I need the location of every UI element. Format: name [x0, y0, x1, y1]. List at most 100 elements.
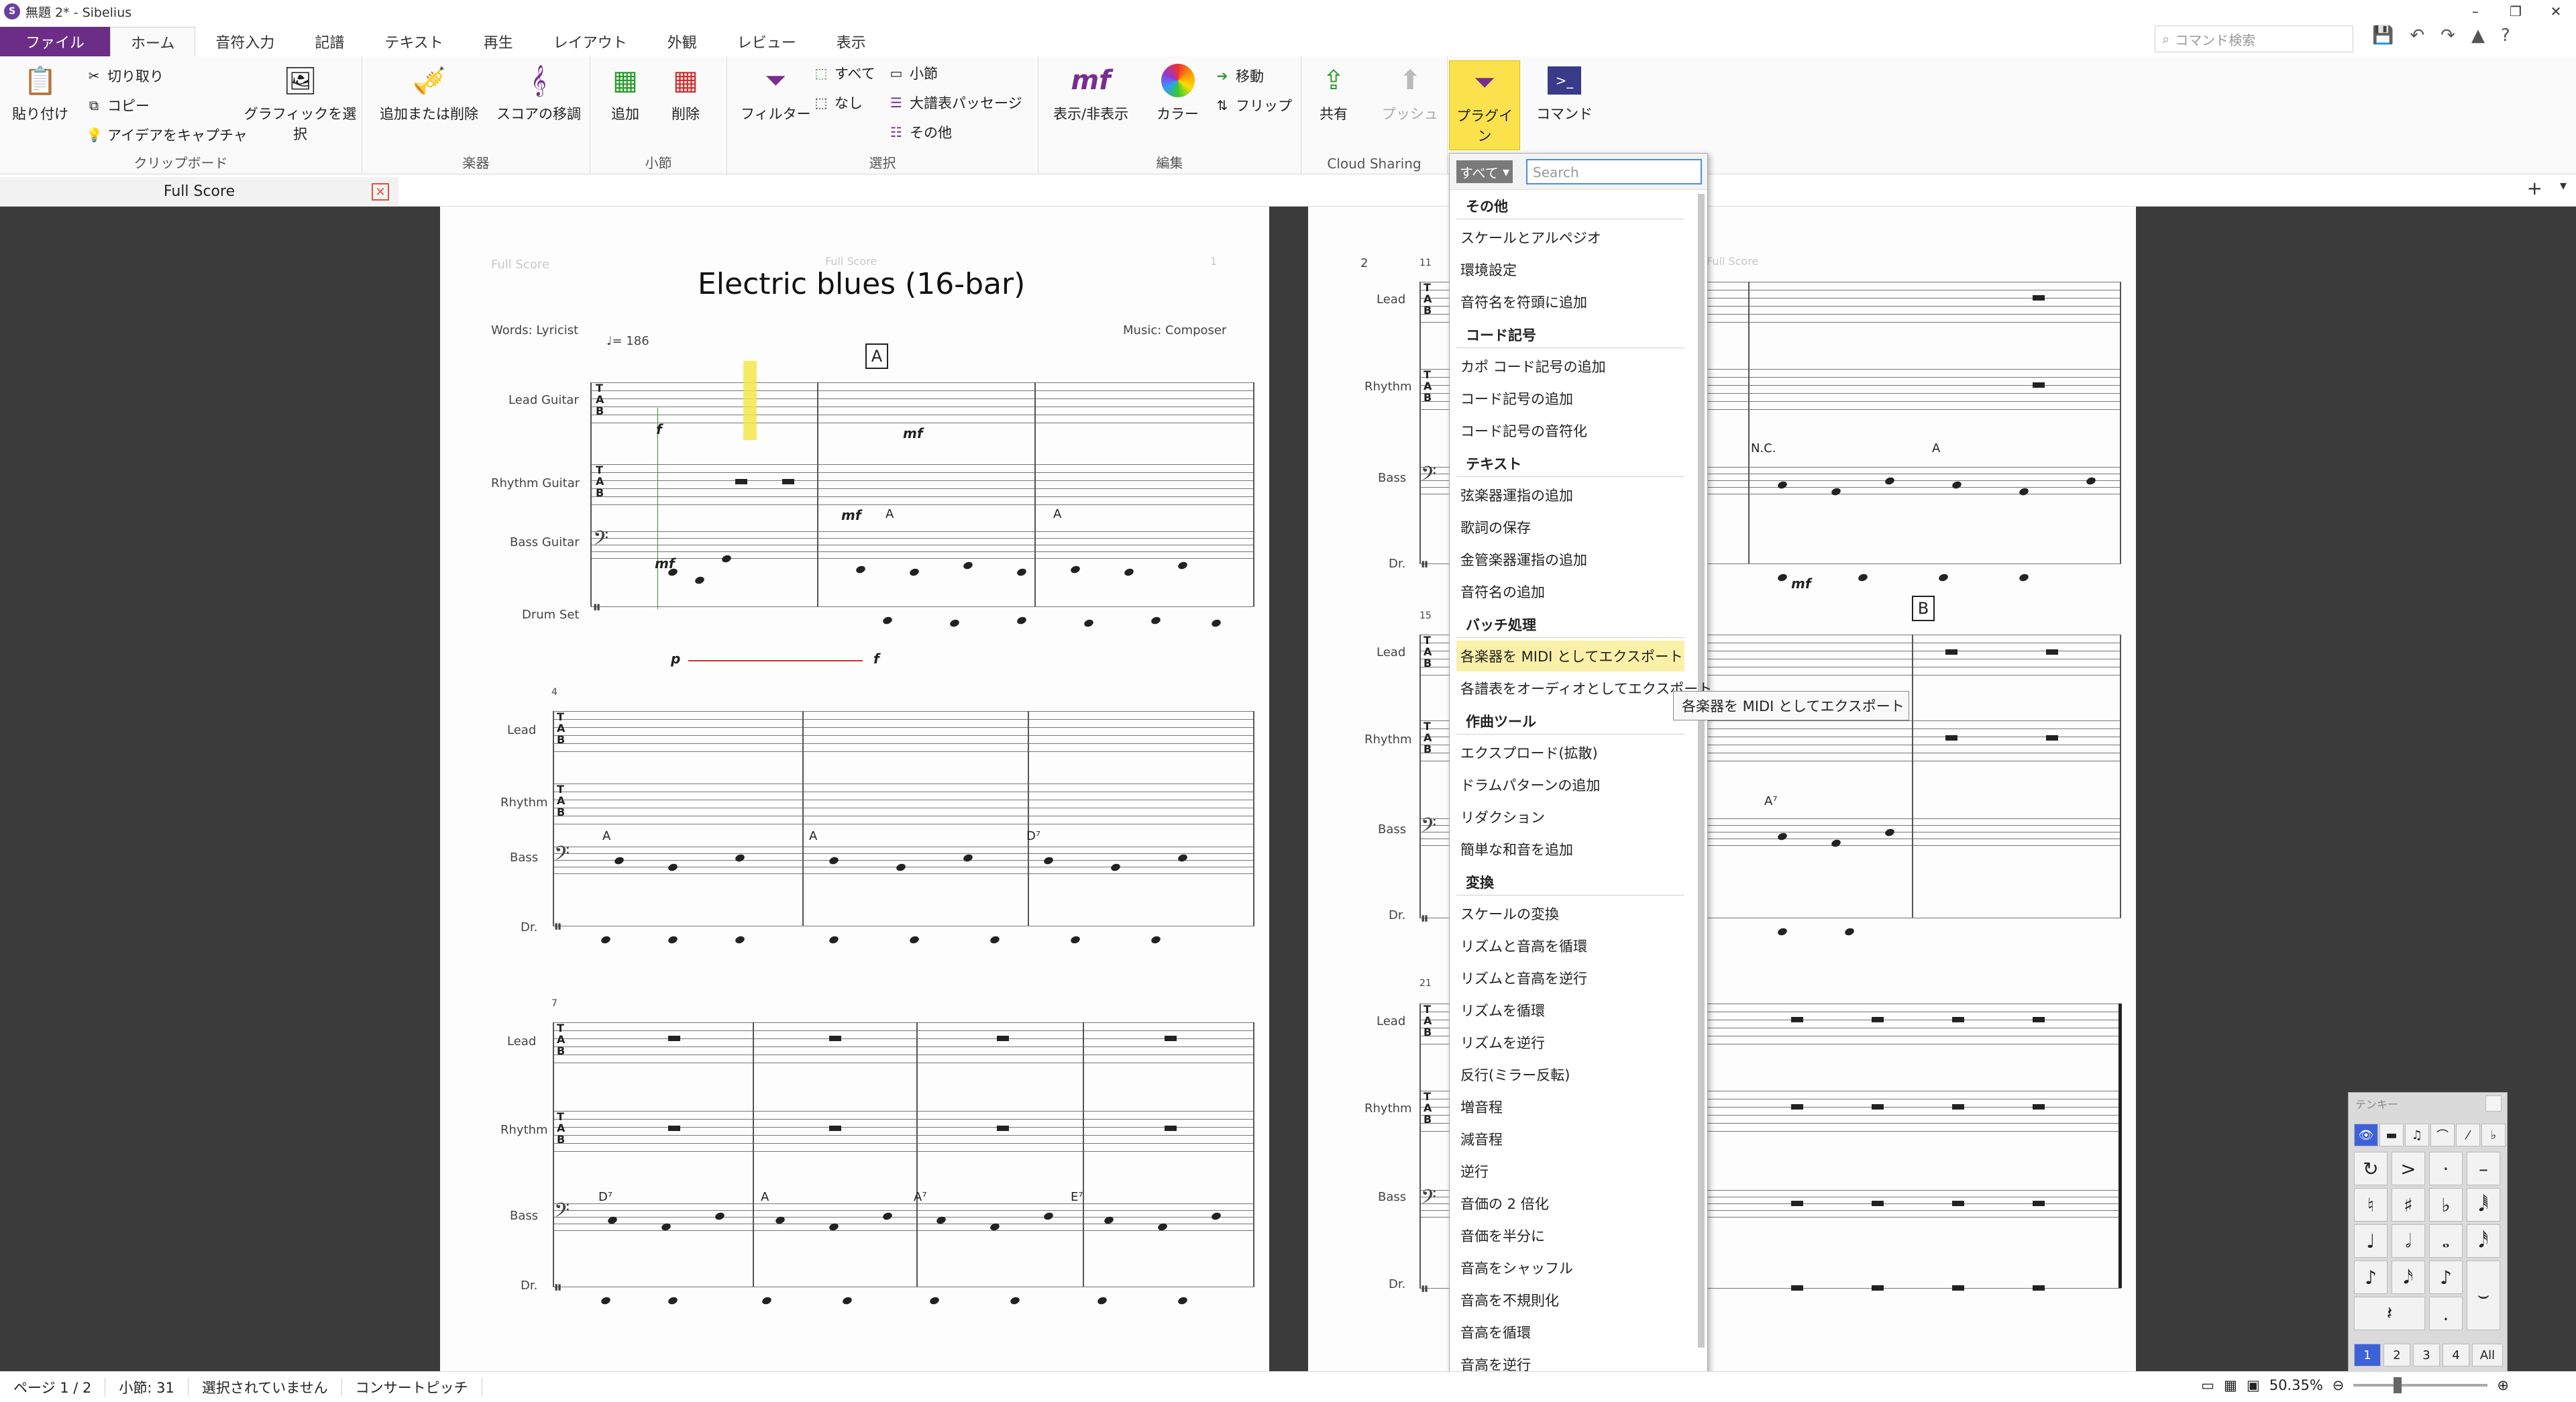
tab-note-input[interactable]: 音符入力	[195, 27, 294, 56]
plugins-button[interactable]: ⏷ プラグイン	[1449, 60, 1520, 150]
zoom-out-icon[interactable]: ⊖	[2332, 1377, 2345, 1393]
move-button[interactable]: ➔ 移動	[1214, 66, 1264, 86]
system-passage-button[interactable]: ☰ 大譜表パッセージ	[888, 93, 1022, 113]
plugin-item[interactable]: 音符名を符頭に追加	[1456, 286, 1684, 317]
keypad-layout-icon[interactable]: ▬	[2379, 1124, 2404, 1146]
keypad-dot-icon[interactable]: .	[2429, 1297, 2463, 1330]
close-icon[interactable]: ✕	[2536, 0, 2576, 23]
command-button[interactable]: >_ コマンド	[1536, 62, 1593, 123]
zoom-slider[interactable]	[2353, 1377, 2488, 1393]
tab-home[interactable]: ホーム	[110, 27, 196, 56]
view-mode-icon[interactable]: ▣	[2247, 1377, 2260, 1393]
plugin-menu-scrollbar[interactable]	[1698, 194, 1705, 1348]
filter-button[interactable]: ⏷ フィルター	[741, 62, 811, 123]
keypad-quarter-note-icon[interactable]: ♩	[2354, 1224, 2387, 1258]
up-arrow-icon[interactable]: ▲	[2471, 25, 2485, 46]
flip-button[interactable]: ⇅ フリップ	[1214, 95, 1292, 115]
chord-symbol[interactable]: A⁷	[914, 1190, 927, 1204]
select-graphic-button[interactable]: 🖼 グラフィックを選択	[239, 62, 362, 144]
keypad-tenuto-icon[interactable]: –	[2467, 1152, 2500, 1185]
maximize-icon[interactable]: ❐	[2496, 0, 2536, 23]
color-button[interactable]: カラー	[1157, 62, 1199, 123]
keypad-accidentals-icon[interactable]: ♭	[2481, 1124, 2506, 1146]
plugin-item[interactable]: 各譜表をオーディオとしてエクスポート	[1456, 673, 1712, 704]
chord-symbol-a[interactable]: A	[1932, 441, 1940, 455]
dynamic-p[interactable]: p	[671, 651, 680, 667]
plugin-item[interactable]: 音価の 2 倍化	[1456, 1188, 1684, 1219]
undo-icon[interactable]: ↶	[2410, 25, 2424, 46]
plugin-item[interactable]: スケールとアルペジオ	[1456, 222, 1684, 253]
plugin-item[interactable]: 増音程	[1456, 1091, 1684, 1122]
plugin-category-filter[interactable]: すべて ▾	[1456, 160, 1513, 183]
status-concert-pitch[interactable]: コンサートピッチ	[342, 1377, 482, 1397]
keypad-reinput-icon[interactable]: ↻	[2354, 1152, 2387, 1185]
keypad-natural-icon[interactable]: ♮	[2354, 1188, 2387, 1222]
plugin-item[interactable]: 音高を循環	[1456, 1317, 1684, 1348]
score-workspace[interactable]	[0, 207, 2576, 1371]
composer-text[interactable]: Music: Composer	[1123, 323, 1226, 337]
keypad-jazz-icon[interactable]: ⁄	[2456, 1124, 2480, 1146]
chord-symbol[interactable]: A	[809, 829, 817, 843]
plugin-search-input[interactable]: Search	[1526, 159, 1702, 184]
view-mode-icon[interactable]: ▭	[2201, 1377, 2214, 1393]
keypad-half-note-icon[interactable]: 𝅗𝅥	[2392, 1224, 2425, 1258]
select-other-button[interactable]: ☷ その他	[888, 122, 952, 142]
plugin-item[interactable]: リズムを循環	[1456, 995, 1684, 1026]
chord-symbol[interactable]: A	[602, 829, 610, 843]
help-icon[interactable]: ?	[2501, 25, 2510, 46]
plugin-item[interactable]: 環境設定	[1456, 254, 1684, 285]
keypad-flat-icon[interactable]: ♭	[2429, 1188, 2463, 1222]
lyricist-text[interactable]: Words: Lyricist	[491, 323, 578, 337]
plugin-item[interactable]: コード記号の音符化	[1456, 415, 1684, 446]
select-none-button[interactable]: ⬚ なし	[813, 93, 863, 113]
tempo-marking[interactable]: ♩= 186	[606, 334, 649, 348]
plugin-item[interactable]: 音価を半分に	[1456, 1220, 1684, 1251]
delete-bar-button[interactable]: ▦ 削除	[667, 62, 704, 123]
tab-layout[interactable]: レイアウト	[533, 27, 647, 56]
keypad-voice-1[interactable]: 1	[2354, 1344, 2381, 1366]
minimize-icon[interactable]: –	[2455, 0, 2496, 23]
plugin-item[interactable]: 減音程	[1456, 1124, 1684, 1154]
plugin-item[interactable]: ドラムパターンの追加	[1456, 769, 1684, 800]
add-bar-button[interactable]: ▦ 追加	[606, 62, 644, 123]
add-tab-icon[interactable]: +	[2527, 177, 2542, 199]
chord-symbol[interactable]: D⁷	[1026, 829, 1040, 843]
score-title[interactable]: Electric blues (16-bar)	[698, 267, 1025, 301]
tab-notations[interactable]: 記譜	[294, 27, 364, 56]
keypad-beams-icon[interactable]: ♫	[2405, 1124, 2429, 1146]
score-page-2[interactable]: 2 Full Score 11 Lead Rhythm Bass Dr. TAB…	[1308, 207, 2136, 1371]
select-bar-button[interactable]: ▭ 小節	[888, 63, 938, 83]
keypad-rest-icon[interactable]: 𝄽	[2354, 1297, 2425, 1330]
plugin-item[interactable]: 簡単な和音を追加	[1456, 834, 1684, 865]
keypad-voice-3[interactable]: 3	[2413, 1344, 2440, 1366]
plugin-item[interactable]: リズムと音高を逆行	[1456, 963, 1684, 993]
plugin-item-export-midi-highlighted[interactable]: 各楽器を MIDI としてエクスポート	[1456, 641, 1684, 671]
cut-button[interactable]: ✂ 切り取り	[86, 66, 164, 86]
keypad-staccato-icon[interactable]: ·	[2429, 1152, 2463, 1185]
keypad-voice-4[interactable]: 4	[2443, 1344, 2469, 1366]
add-remove-instruments-button[interactable]: 🎺 追加または削除	[380, 62, 478, 123]
keypad-voice-2[interactable]: 2	[2383, 1344, 2410, 1366]
select-all-button[interactable]: ⬚ すべて	[813, 63, 875, 83]
tab-appearance[interactable]: 外観	[647, 27, 717, 56]
keypad-articulation-icon[interactable]: ⌒	[2430, 1124, 2455, 1146]
keypad-accent-icon[interactable]: >	[2392, 1152, 2425, 1185]
keypad-eighth-note-icon[interactable]: ♪	[2354, 1260, 2387, 1294]
save-icon[interactable]: 💾	[2372, 25, 2394, 46]
redo-icon[interactable]: ↷	[2440, 25, 2455, 46]
command-search-input[interactable]: ⌕ コマンド検索	[2155, 25, 2353, 52]
chord-symbol-a[interactable]: A	[1053, 507, 1061, 521]
plugin-item[interactable]: カポ コード記号の追加	[1456, 351, 1684, 382]
dynamic-mf[interactable]: mf	[841, 507, 861, 523]
score-page-1[interactable]: Full Score Full Score 1 Electric blues (…	[440, 207, 1269, 1371]
keypad-sharp-icon[interactable]: ♯	[2392, 1188, 2425, 1222]
plugin-item[interactable]: 弦楽器運指の追加	[1456, 480, 1684, 510]
keypad-eighth-note-icon[interactable]: ♪	[2429, 1260, 2463, 1294]
plugin-item[interactable]: リズムを逆行	[1456, 1027, 1684, 1058]
zoom-in-icon[interactable]: ⊕	[2497, 1377, 2509, 1393]
plugin-item[interactable]: 金管楽器運指の追加	[1456, 544, 1684, 575]
chord-symbol-nc[interactable]: N.C.	[1751, 441, 1776, 455]
keypad-16th-note-icon[interactable]: 𝅘𝅥𝅯	[2392, 1260, 2425, 1294]
tab-menu-icon[interactable]: ▾	[2560, 177, 2567, 193]
keypad-voice-all[interactable]: All	[2472, 1344, 2503, 1366]
